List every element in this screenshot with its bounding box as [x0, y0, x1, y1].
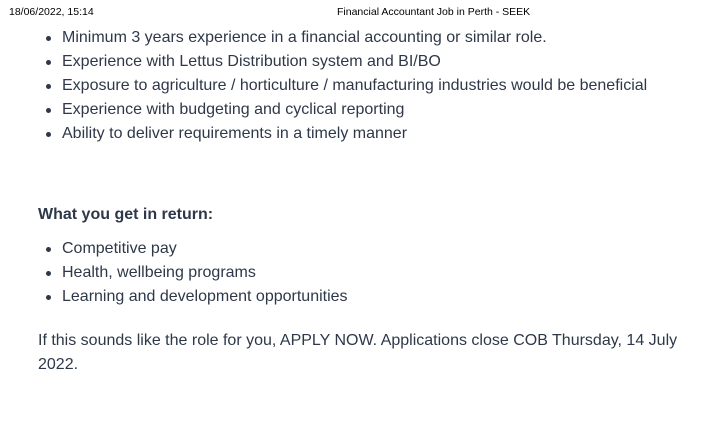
list-item: Experience with budgeting and cyclical r… [38, 98, 698, 122]
list-item-text: Exposure to agriculture / horticulture /… [62, 77, 648, 94]
list-item-text: Learning and development opportunities [62, 288, 348, 305]
list-item: Learning and development opportunities [38, 285, 698, 309]
list-item-text: Health, wellbeing programs [62, 264, 256, 281]
bullet-icon [46, 36, 51, 41]
print-page-title: Financial Accountant Job in Perth - SEEK [337, 6, 531, 18]
bullet-icon [46, 295, 51, 300]
print-datetime: 18/06/2022, 15:14 [9, 6, 94, 18]
bullet-icon [46, 84, 51, 89]
benefits-heading: What you get in return: [38, 206, 214, 223]
list-item: Experience with Lettus Distribution syst… [38, 50, 698, 74]
list-item: Competitive pay [38, 237, 698, 261]
list-item-text: Experience with Lettus Distribution syst… [62, 53, 441, 70]
requirements-section: Minimum 3 years experience in a financia… [38, 26, 698, 146]
print-header: 18/06/2022, 15:14 Financial Accountant J… [0, 6, 726, 20]
list-item: Minimum 3 years experience in a financia… [38, 26, 698, 50]
closing-paragraph: If this sounds like the role for you, AP… [38, 332, 678, 373]
bullet-icon [46, 247, 51, 252]
bullet-icon [46, 60, 51, 65]
list-item: Health, wellbeing programs [38, 261, 698, 285]
bullet-icon [46, 108, 51, 113]
benefits-section: Competitive pay Health, wellbeing progra… [38, 237, 698, 309]
list-item-text: Minimum 3 years experience in a financia… [62, 29, 547, 46]
benefits-list: Competitive pay Health, wellbeing progra… [38, 237, 698, 309]
list-item-text: Competitive pay [62, 240, 177, 257]
list-item-text: Experience with budgeting and cyclical r… [62, 101, 405, 118]
bullet-icon [46, 132, 51, 137]
list-item: Exposure to agriculture / horticulture /… [38, 74, 698, 98]
list-item-text: Ability to deliver requirements in a tim… [62, 125, 408, 142]
list-item: Ability to deliver requirements in a tim… [38, 122, 698, 146]
requirements-list: Minimum 3 years experience in a financia… [38, 26, 698, 146]
bullet-icon [46, 271, 51, 276]
